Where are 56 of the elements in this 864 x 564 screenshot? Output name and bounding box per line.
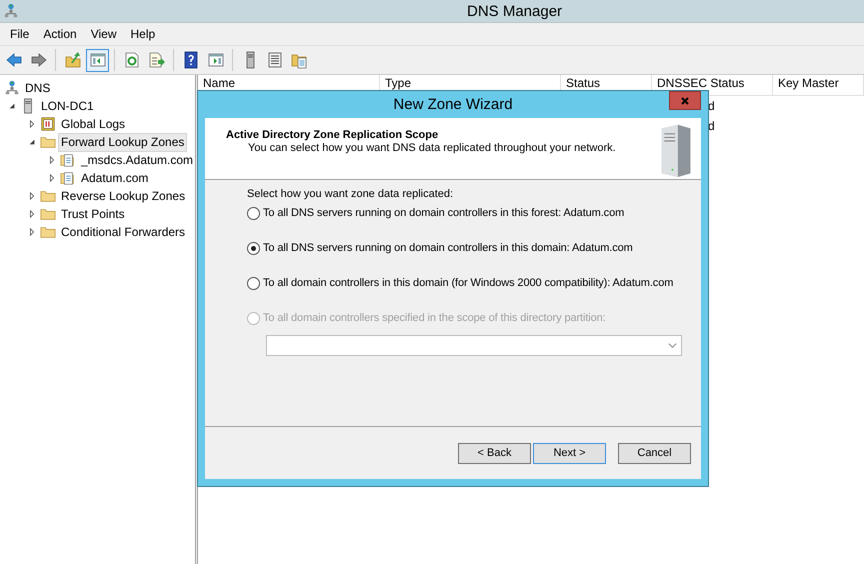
expand-arrow-icon[interactable] [48, 174, 56, 182]
expand-arrow-icon[interactable] [48, 156, 56, 164]
console-tree-icon [88, 51, 106, 69]
menu-item[interactable]: Help [124, 27, 162, 41]
close-icon [680, 96, 690, 106]
menu-item[interactable]: View [84, 27, 124, 41]
help-icon [182, 51, 200, 69]
expand-arrow-icon[interactable] [28, 210, 36, 218]
folder-icon [40, 188, 56, 204]
expand-arrow-icon[interactable] [28, 120, 36, 128]
action-pane-icon [206, 51, 224, 69]
network-icon [3, 3, 19, 19]
dialog-button[interactable]: Next > [533, 442, 606, 464]
tree-item[interactable]: Conditional Forwarders [58, 222, 188, 242]
network-icon [4, 80, 20, 96]
instruction-text: Select how you want zone data replicated: [247, 188, 454, 202]
dialog-button[interactable]: Cancel [618, 442, 691, 464]
folder-icon [40, 224, 56, 240]
window-title: DNS Manager [467, 3, 562, 20]
log-icon [40, 116, 56, 132]
dialog-title: New Zone Wizard [393, 96, 513, 112]
collapse-arrow-icon[interactable] [28, 138, 36, 146]
tree-item[interactable]: Global Logs [58, 114, 128, 134]
export-list-icon [148, 51, 166, 69]
console-tree-button[interactable] [86, 48, 109, 72]
tree-item[interactable]: DNS [22, 78, 54, 98]
radio-option[interactable]: To all DNS servers running on domain controllers in this forest: Adatum.com [247, 206, 624, 220]
page-heading: Active Directory Zone Replication Scope [226, 129, 440, 141]
tree-item[interactable]: Forward Lookup Zones [58, 132, 188, 152]
column-header[interactable]: Key Master [773, 75, 864, 95]
dialog-button[interactable]: < Back [458, 442, 531, 464]
zone-folder-icon [60, 152, 76, 168]
chevron-down-icon [668, 341, 677, 350]
menu-item[interactable]: File [3, 27, 36, 41]
zone-folder-icon [60, 170, 76, 186]
tree-item[interactable]: Trust Points [58, 204, 128, 224]
page-description: You can select how you want DNS data replicated throughout your network. [247, 142, 616, 154]
refresh-icon [122, 51, 140, 69]
list-icon [266, 51, 284, 69]
tree-item[interactable]: Reverse Lookup Zones [58, 186, 188, 206]
expand-arrow-icon[interactable] [28, 228, 36, 236]
expand-arrow-icon[interactable] [28, 192, 36, 200]
tree-item[interactable]: LON-DC1 [38, 96, 97, 116]
menu-item[interactable]: Action [36, 27, 84, 41]
forward-arrow-icon [30, 51, 48, 69]
folder-icon [40, 134, 56, 150]
radio-option[interactable]: To all DNS servers running on domain controllers in this domain: Adatum.com [247, 241, 633, 255]
back-arrow-icon [4, 51, 22, 69]
radio-option: To all domain controllers specified in the scope of this directory partition: [247, 311, 606, 325]
radio-option[interactable]: To all domain controllers in this domain (for Windows 2000 compatibility): Adatum.com [247, 276, 674, 290]
folder-up-icon [64, 51, 82, 69]
tree-item[interactable]: Adatum.com [78, 168, 152, 188]
close-button[interactable] [669, 91, 701, 110]
tree-item[interactable]: _msdcs.Adatum.com [78, 150, 196, 170]
collapse-arrow-icon[interactable] [8, 102, 16, 110]
folder-icon [40, 206, 56, 222]
